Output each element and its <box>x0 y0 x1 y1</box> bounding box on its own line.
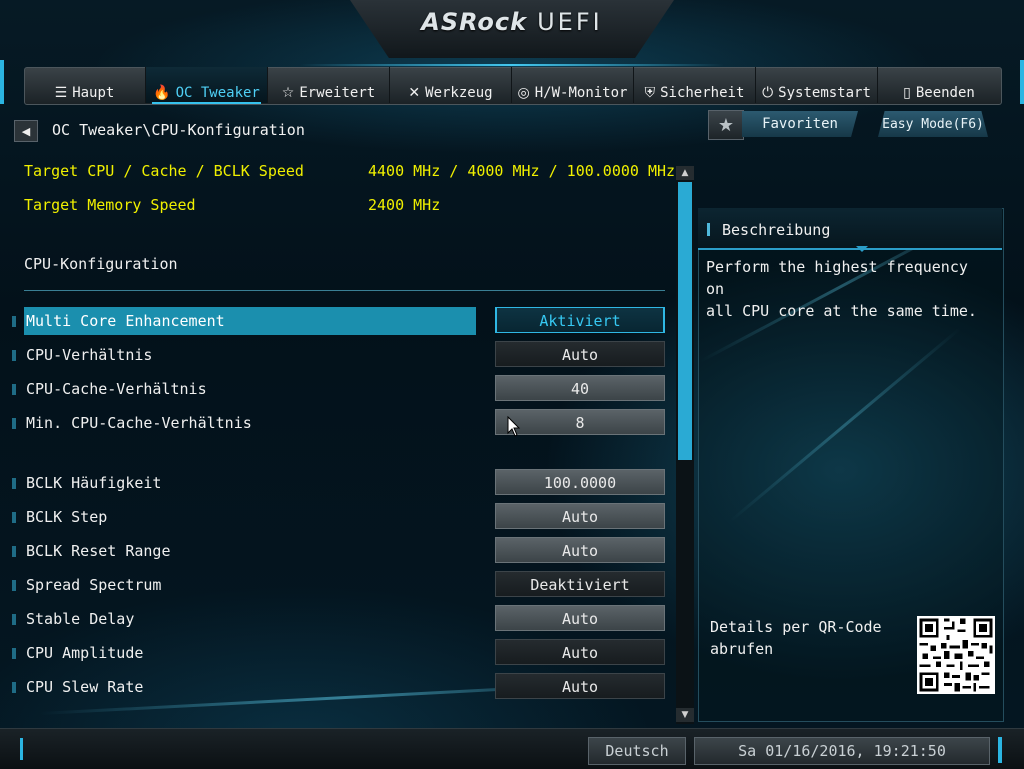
target-cpu-label: Target CPU / Cache / BCLK Speed <box>24 162 304 180</box>
tab-label: Werkzeug <box>425 85 493 101</box>
product-name: UEFI <box>537 8 603 36</box>
tab-label: Sicherheit <box>660 85 745 101</box>
tab-systemstart[interactable]: ⏻ Systemstart <box>756 67 878 103</box>
setting-row-stable-delay[interactable]: Stable Delay Auto <box>0 605 670 635</box>
easy-mode-button[interactable]: Easy Mode(F6) <box>878 111 988 137</box>
row-marker <box>12 614 16 625</box>
scrollbar-thumb[interactable] <box>678 182 692 460</box>
brand-name: ASRock <box>421 8 528 36</box>
setting-label: Stable Delay <box>26 610 135 628</box>
tab-label: OC Tweaker <box>175 85 260 101</box>
setting-value[interactable]: Auto <box>495 639 665 665</box>
tab-label: Haupt <box>72 85 115 101</box>
shield-icon: ⛨ <box>644 85 656 101</box>
tab-oc-tweaker[interactable]: 🔥 OC Tweaker <box>146 67 268 104</box>
setting-label: BCLK Step <box>26 508 108 526</box>
qr-code-label: Details per QR-Code abrufen <box>710 618 882 658</box>
description-notch <box>856 246 868 252</box>
setting-label: BCLK Häufigkeit <box>26 474 162 492</box>
row-marker <box>12 384 16 395</box>
favorite-star-icon[interactable]: ★ <box>708 110 744 140</box>
setting-label: Min. CPU-Cache-Verhältnis <box>26 414 252 432</box>
date-time-display: Sa 01/16/2016, 19:21:50 <box>694 737 990 765</box>
row-marker <box>12 546 16 557</box>
setting-row-bclk-step[interactable]: BCLK Step Auto <box>0 503 670 533</box>
header-marker <box>707 223 710 236</box>
setting-label: CPU-Verhältnis <box>26 346 153 364</box>
list-icon: ☰ <box>54 85 68 101</box>
scroll-up-arrow-icon[interactable]: ▲ <box>676 166 694 180</box>
scroll-down-arrow-icon[interactable]: ▼ <box>676 708 694 722</box>
tab-hw-monitor[interactable]: ◎ H/W-Monitor <box>512 67 634 103</box>
tab-label: Systemstart <box>778 85 871 101</box>
setting-row-cpu-cache-ratio[interactable]: CPU-Cache-Verhältnis 40 <box>0 375 670 405</box>
tab-label: Beenden <box>915 85 975 101</box>
setting-row-min-cpu-cache-ratio[interactable]: Min. CPU-Cache-Verhältnis 8 <box>0 409 670 439</box>
footer-accent <box>20 738 23 760</box>
setting-label: CPU-Cache-Verhältnis <box>26 380 207 398</box>
setting-label: BCLK Reset Range <box>26 542 171 560</box>
favorites-button[interactable]: Favoriten <box>742 111 858 137</box>
exit-icon: ▯ <box>903 85 911 101</box>
monitor-icon: ◎ <box>517 85 530 101</box>
setting-row-multi-core-enhancement[interactable]: Multi Core Enhancement Aktiviert <box>0 307 670 337</box>
row-marker <box>12 682 16 693</box>
back-button[interactable]: ◀ <box>14 120 38 142</box>
row-marker <box>12 350 16 361</box>
footer-accent-right <box>998 737 1002 763</box>
tools-icon: ✕ <box>408 85 421 101</box>
tab-werkzeug[interactable]: ✕ Werkzeug <box>390 67 512 103</box>
description-text: Perform the highest frequency on all CPU… <box>706 258 977 320</box>
flame-icon: 🔥 <box>153 85 171 101</box>
setting-value[interactable]: Auto <box>495 605 665 631</box>
section-divider <box>24 290 665 291</box>
description-title: Beschreibung <box>722 221 831 239</box>
setting-row-bclk-reset-range[interactable]: BCLK Reset Range Auto <box>0 537 670 567</box>
setting-value[interactable]: Auto <box>495 537 665 563</box>
setting-value[interactable]: Auto <box>495 341 665 367</box>
left-accent <box>0 60 4 104</box>
target-cpu-value: 4400 MHz / 4000 MHz / 100.0000 MHz <box>368 162 676 180</box>
qr-code-image <box>917 616 995 694</box>
tab-label: H/W-Monitor <box>534 85 628 101</box>
tab-beenden[interactable]: ▯ Beenden <box>878 67 1000 103</box>
setting-value[interactable]: Deaktiviert <box>495 571 665 597</box>
setting-label: Multi Core Enhancement <box>24 307 476 335</box>
setting-label: CPU Amplitude <box>26 644 144 662</box>
setting-row-cpu-slew-rate[interactable]: CPU Slew Rate Auto <box>0 673 670 703</box>
row-marker <box>12 648 16 659</box>
target-memory-label: Target Memory Speed <box>24 196 196 214</box>
power-icon: ⏻ <box>762 85 774 101</box>
app-logo: ASRock UEFI <box>0 8 1024 36</box>
row-marker <box>12 580 16 591</box>
star-icon: ☆ <box>281 85 295 101</box>
setting-value[interactable]: Aktiviert <box>495 307 665 333</box>
language-button[interactable]: Deutsch <box>588 737 686 765</box>
setting-value[interactable]: Auto <box>495 673 665 699</box>
row-marker <box>12 512 16 523</box>
tab-sicherheit[interactable]: ⛨ Sicherheit <box>634 67 756 103</box>
setting-row-bclk-frequency[interactable]: BCLK Häufigkeit 100.0000 <box>0 469 670 499</box>
section-title: CPU-Konfiguration <box>24 255 178 273</box>
tab-label: Erweitert <box>299 85 376 101</box>
back-arrow-icon: ◀ <box>21 124 31 138</box>
target-memory-value: 2400 MHz <box>368 196 441 214</box>
right-accent <box>1020 60 1024 104</box>
setting-value[interactable]: 40 <box>495 375 665 401</box>
breadcrumb: OC Tweaker\CPU-Konfiguration <box>52 121 305 139</box>
setting-row-spread-spectrum[interactable]: Spread Spectrum Deaktiviert <box>0 571 670 601</box>
setting-label: CPU Slew Rate <box>26 678 144 696</box>
row-marker <box>12 418 16 429</box>
setting-label: Spread Spectrum <box>26 576 162 594</box>
header-glow <box>300 64 724 66</box>
mouse-cursor-icon <box>507 416 521 437</box>
setting-value[interactable]: Auto <box>495 503 665 529</box>
row-marker <box>12 316 16 327</box>
row-marker <box>12 478 16 489</box>
tab-haupt[interactable]: ☰ Haupt <box>24 67 146 103</box>
setting-row-cpu-ratio[interactable]: CPU-Verhältnis Auto <box>0 341 670 371</box>
setting-row-cpu-amplitude[interactable]: CPU Amplitude Auto <box>0 639 670 669</box>
tab-erweitert[interactable]: ☆ Erweitert <box>268 67 390 103</box>
setting-value[interactable]: 100.0000 <box>495 469 665 495</box>
